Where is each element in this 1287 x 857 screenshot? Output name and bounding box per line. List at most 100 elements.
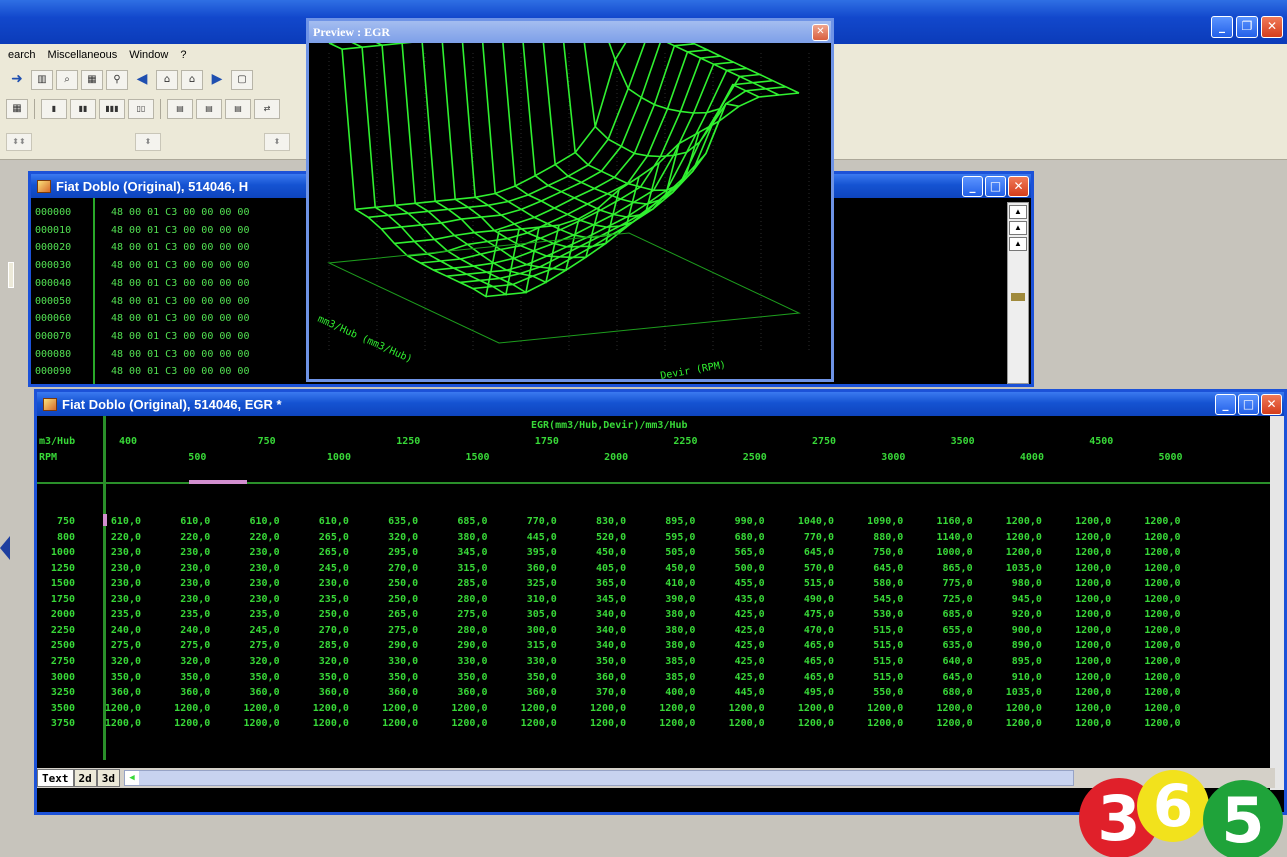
- table-cell[interactable]: 1200,0: [986, 532, 1042, 543]
- table-cell[interactable]: 1200,0: [639, 703, 695, 714]
- table-cell[interactable]: 635,0: [362, 516, 418, 527]
- table-cell[interactable]: 405,0: [570, 563, 626, 574]
- table-cell[interactable]: 230,0: [154, 578, 210, 589]
- table-cell[interactable]: 1200,0: [154, 718, 210, 729]
- table-cell[interactable]: 1200,0: [1125, 718, 1180, 729]
- table-cell[interactable]: 350,0: [570, 656, 626, 667]
- table-cell[interactable]: 1140,0: [917, 532, 972, 543]
- table-cell[interactable]: 240,0: [85, 625, 141, 636]
- table-cell[interactable]: 775,0: [917, 578, 972, 589]
- minimize-icon[interactable]: _: [1215, 393, 1236, 415]
- table-cell[interactable]: 685,0: [917, 609, 972, 620]
- table-cell[interactable]: 400,0: [639, 687, 695, 698]
- table-cell[interactable]: 230,0: [224, 578, 279, 589]
- table-cell[interactable]: 750,0: [847, 547, 903, 558]
- table-cell[interactable]: 340,0: [570, 625, 626, 636]
- table-cell[interactable]: 1200,0: [847, 718, 903, 729]
- table-cell[interactable]: 640,0: [917, 656, 972, 667]
- table-cell[interactable]: 265,0: [293, 532, 349, 543]
- table-cell[interactable]: 1200,0: [917, 718, 972, 729]
- table-cell[interactable]: 315,0: [432, 563, 487, 574]
- table-cell[interactable]: 890,0: [986, 640, 1042, 651]
- table-cell[interactable]: 595,0: [639, 532, 695, 543]
- table-cell[interactable]: 1200,0: [709, 718, 765, 729]
- table-cell[interactable]: 285,0: [293, 640, 349, 651]
- table-cell[interactable]: 275,0: [432, 609, 487, 620]
- table-cell[interactable]: 1200,0: [639, 718, 695, 729]
- table-cell[interactable]: 1200,0: [1055, 718, 1111, 729]
- table-cell[interactable]: 1200,0: [432, 718, 487, 729]
- hex-bytes[interactable]: 48 00 01 C3 00 00 00 00: [111, 206, 249, 219]
- table-cell[interactable]: 1200,0: [362, 703, 418, 714]
- table-cell[interactable]: 360,0: [570, 672, 626, 683]
- table-cell[interactable]: 295,0: [362, 547, 418, 558]
- table-cell[interactable]: 455,0: [709, 578, 765, 589]
- table-cell[interactable]: 610,0: [224, 516, 279, 527]
- table-cell[interactable]: 275,0: [224, 640, 279, 651]
- table-cell[interactable]: 1200,0: [1055, 640, 1111, 651]
- table-cell[interactable]: 1200,0: [1125, 687, 1180, 698]
- table-cell[interactable]: 340,0: [570, 609, 626, 620]
- table-cell[interactable]: 1200,0: [1055, 563, 1111, 574]
- bits-8-icon[interactable]: ▮: [41, 99, 67, 119]
- table-cell[interactable]: 235,0: [154, 609, 210, 620]
- table-icon[interactable]: ▦: [81, 70, 103, 90]
- table-cell[interactable]: 515,0: [847, 640, 903, 651]
- table-cell[interactable]: 380,0: [639, 625, 695, 636]
- table-cell[interactable]: 610,0: [154, 516, 210, 527]
- hex-bytes[interactable]: 48 00 01 C3 00 00 00 00: [111, 330, 249, 343]
- table-cell[interactable]: 1200,0: [1055, 547, 1111, 558]
- table-cell[interactable]: 1200,0: [986, 703, 1042, 714]
- table-cell[interactable]: 340,0: [570, 640, 626, 651]
- spinner-1[interactable]: ⬍⬍: [6, 132, 32, 151]
- table-cell[interactable]: 1200,0: [1055, 516, 1111, 527]
- table-cell[interactable]: 275,0: [85, 640, 141, 651]
- table-cell[interactable]: 390,0: [639, 594, 695, 605]
- table-cell[interactable]: 360,0: [224, 687, 279, 698]
- table-cell[interactable]: 1200,0: [570, 718, 626, 729]
- table-cell[interactable]: 360,0: [85, 687, 141, 698]
- hex-bytes[interactable]: 48 00 01 C3 00 00 00 00: [111, 224, 249, 237]
- table-cell[interactable]: 450,0: [570, 547, 626, 558]
- table-cell[interactable]: 1200,0: [1125, 703, 1180, 714]
- table-cell[interactable]: 1200,0: [778, 718, 834, 729]
- scroll-top-icon[interactable]: ▲: [1009, 205, 1027, 219]
- tab-2d[interactable]: 2d: [73, 769, 97, 787]
- table-cell[interactable]: 360,0: [501, 687, 557, 698]
- table-cell[interactable]: 1200,0: [1055, 594, 1111, 605]
- close-icon[interactable]: ✕: [1261, 393, 1282, 415]
- hex-scrollbar[interactable]: ▲ ▲ ▲: [1007, 202, 1029, 384]
- table-cell[interactable]: 1200,0: [224, 703, 279, 714]
- table-cell[interactable]: 230,0: [224, 563, 279, 574]
- table-cell[interactable]: 655,0: [917, 625, 972, 636]
- table-cell[interactable]: 505,0: [639, 547, 695, 558]
- table-cell[interactable]: 1200,0: [1055, 672, 1111, 683]
- table-cell[interactable]: 1200,0: [986, 516, 1042, 527]
- table-cell[interactable]: 425,0: [709, 672, 765, 683]
- table-cell[interactable]: 1200,0: [224, 718, 279, 729]
- table-cell[interactable]: 1200,0: [1125, 547, 1180, 558]
- table-cell[interactable]: 425,0: [709, 609, 765, 620]
- table-cell[interactable]: 1200,0: [1125, 516, 1180, 527]
- table-cell[interactable]: 230,0: [154, 563, 210, 574]
- table-cell[interactable]: 300,0: [501, 625, 557, 636]
- table-cell[interactable]: 240,0: [154, 625, 210, 636]
- table-cell[interactable]: 1200,0: [85, 703, 141, 714]
- spinner-3[interactable]: ⬍: [264, 132, 290, 151]
- table-cell[interactable]: 1200,0: [501, 718, 557, 729]
- table-cell[interactable]: 280,0: [432, 625, 487, 636]
- table-cell[interactable]: 515,0: [847, 625, 903, 636]
- hex-icon[interactable]: ▤: [196, 99, 222, 119]
- table-cell[interactable]: 320,0: [85, 656, 141, 667]
- table-cell[interactable]: 245,0: [224, 625, 279, 636]
- table-cell[interactable]: 645,0: [917, 672, 972, 683]
- grid-icon[interactable]: ▦: [6, 99, 28, 119]
- hex-bytes[interactable]: 48 00 01 C3 00 00 00 00: [111, 241, 249, 254]
- table-cell[interactable]: 770,0: [501, 516, 557, 527]
- table-cell[interactable]: 360,0: [293, 687, 349, 698]
- table-cell[interactable]: 910,0: [986, 672, 1042, 683]
- table-cell[interactable]: 610,0: [293, 516, 349, 527]
- table-cell[interactable]: 360,0: [154, 687, 210, 698]
- table-cell[interactable]: 220,0: [224, 532, 279, 543]
- table-cell[interactable]: 1200,0: [1125, 594, 1180, 605]
